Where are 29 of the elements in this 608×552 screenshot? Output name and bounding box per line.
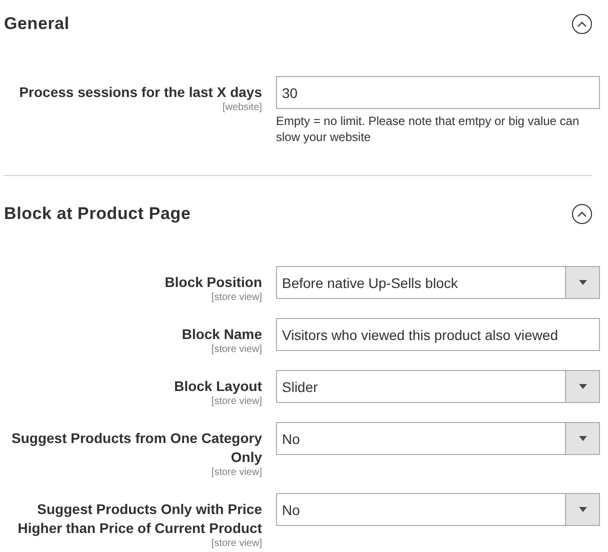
field-note: Empty = no limit. Please note that emtpy or big value can slow your website xyxy=(276,113,580,145)
field-label: Process sessions for the last X days xyxy=(19,83,262,102)
field-label: Block Layout xyxy=(174,377,262,396)
dropdown[interactable]: No xyxy=(276,493,600,526)
section-title: Block at Product Page xyxy=(4,204,191,224)
dropdown[interactable]: Before native Up-Sells block xyxy=(276,266,600,299)
text-field[interactable]: Visitors who viewed this product also viewed xyxy=(276,318,600,351)
caret-icon xyxy=(578,507,586,512)
caret-icon xyxy=(578,384,586,389)
scope-label: [website] xyxy=(222,102,262,114)
field-label: Suggest Products from One Category Only xyxy=(10,429,262,467)
caret-icon xyxy=(578,280,586,285)
caret-icon xyxy=(578,436,586,441)
text-field[interactable]: 30 xyxy=(276,76,600,109)
collapse-button[interactable] xyxy=(572,14,592,34)
dropdown[interactable]: No xyxy=(276,422,600,455)
field-label: Suggest Products Only with Price Higher than Price of Current Product xyxy=(16,500,262,538)
chevron-up-icon xyxy=(577,211,587,217)
scope-label: [store view] xyxy=(211,467,262,479)
section-title: General xyxy=(4,14,70,34)
scope-label: [store view] xyxy=(211,538,262,550)
chevron-up-icon xyxy=(577,21,587,27)
collapse-button[interactable] xyxy=(572,204,592,224)
scope-label: [store view] xyxy=(211,396,262,408)
scope-label: [store view] xyxy=(211,292,262,304)
scope-label: [store view] xyxy=(211,344,262,356)
field-label: Block Position xyxy=(164,273,262,292)
dropdown[interactable]: Slider xyxy=(276,370,600,403)
field-label: Block Name xyxy=(182,325,262,344)
